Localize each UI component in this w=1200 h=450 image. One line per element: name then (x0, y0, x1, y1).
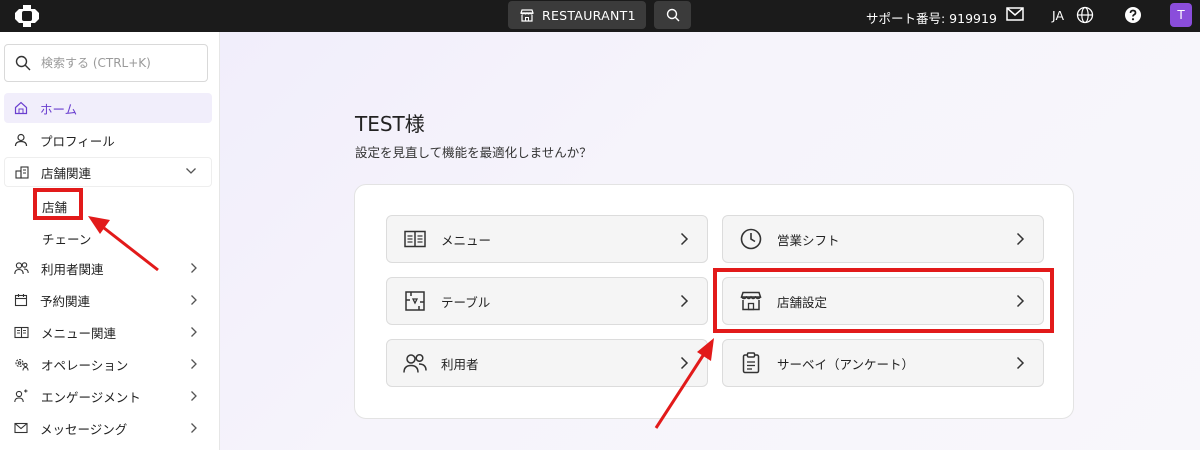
language-selector[interactable]: JA (1052, 8, 1064, 23)
chevron-right-icon (191, 391, 197, 401)
chevron-right-icon (680, 232, 689, 246)
chevron-right-icon (191, 423, 197, 433)
page-title: TEST様 (355, 112, 425, 136)
engagement-icon (14, 389, 28, 403)
chevron-right-icon (191, 295, 197, 305)
card-label: サーベイ（アンケート） (777, 356, 915, 372)
main-content: TEST様 設定を見直して機能を最適化しませんか？ メニュー 営業シフト テーブ… (220, 32, 1200, 450)
sidebar-search-input[interactable] (41, 56, 191, 70)
users-icon (14, 262, 29, 275)
globe-icon[interactable] (1076, 6, 1094, 24)
card-label: テーブル (441, 294, 491, 310)
top-bar: RESTAURANT1 サポート番号: 919919 JA T (0, 0, 1200, 32)
store-building-icon (15, 166, 29, 179)
mail-icon (14, 422, 28, 434)
person-icon (14, 133, 28, 147)
users-icon (403, 351, 427, 375)
card-label: 営業シフト (777, 232, 840, 248)
search-icon (666, 8, 679, 22)
chevron-right-icon (191, 327, 197, 337)
card-survey[interactable]: サーベイ（アンケート） (722, 339, 1044, 387)
sidebar-item-label: プロフィール (40, 133, 115, 149)
sidebar-item-menu-related[interactable]: メニュー関連 (4, 317, 212, 347)
chevron-right-icon (1016, 356, 1025, 370)
clock-icon (739, 227, 763, 251)
global-search-button[interactable] (654, 1, 691, 29)
store-name: RESTAURANT1 (542, 7, 636, 23)
calendar-icon (14, 294, 28, 307)
annotation-highlight-store-settings-card (713, 268, 1054, 333)
card-label: メニュー (441, 232, 492, 248)
menu-book-icon (14, 326, 29, 338)
home-icon (14, 101, 28, 115)
sidebar-item-messaging[interactable]: メッセージング (4, 413, 212, 443)
sidebar-item-home[interactable]: ホーム (4, 93, 212, 123)
sidebar-item-users-related[interactable]: 利用者関連 (4, 253, 212, 283)
sidebar-item-operations[interactable]: オペレーション (4, 349, 212, 379)
sidebar-item-profile[interactable]: プロフィール (4, 125, 212, 155)
sidebar-item-reservations-related[interactable]: 予約関連 (4, 285, 212, 315)
chevron-down-icon (186, 168, 196, 174)
sidebar-item-label: 予約関連 (40, 293, 91, 309)
sidebar-item-store-related[interactable]: 店舗関連 (4, 157, 212, 187)
sidebar-subitem-chain[interactable]: チェーン (42, 229, 91, 248)
table-layout-icon (403, 289, 427, 313)
chevron-right-icon (191, 263, 197, 273)
sidebar: ホーム プロフィール 店舗関連 店舗 チェーン 利用者関連 (0, 32, 220, 450)
card-table[interactable]: テーブル (386, 277, 708, 325)
sidebar-item-label: ホーム (40, 101, 78, 117)
clipboard-icon (739, 351, 763, 375)
sidebar-item-label: メニュー関連 (41, 325, 117, 341)
sidebar-item-engagement[interactable]: エンゲージメント (4, 381, 212, 411)
annotation-highlight-store-subitem (33, 188, 83, 220)
card-menu[interactable]: メニュー (386, 215, 708, 263)
menu-book-icon (403, 227, 427, 251)
mail-icon[interactable] (1006, 7, 1024, 21)
sidebar-item-label: オペレーション (41, 357, 129, 373)
gear-people-icon (15, 358, 29, 371)
sidebar-item-label: 利用者関連 (41, 261, 104, 277)
chevron-right-icon (680, 294, 689, 308)
card-label: 利用者 (441, 356, 479, 372)
search-icon (15, 55, 31, 71)
card-business-shift[interactable]: 営業シフト (722, 215, 1044, 263)
chevron-right-icon (1016, 232, 1025, 246)
sidebar-item-label: エンゲージメント (41, 389, 141, 405)
sidebar-search[interactable] (4, 44, 208, 82)
help-icon[interactable] (1124, 6, 1142, 24)
sidebar-item-label: 店舗関連 (41, 165, 92, 181)
sidebar-item-label: メッセージング (40, 421, 128, 437)
chevron-right-icon (680, 356, 689, 370)
support-number: サポート番号: 919919 (866, 11, 997, 26)
chevron-right-icon (191, 359, 197, 369)
card-users[interactable]: 利用者 (386, 339, 708, 387)
app-logo-icon[interactable] (14, 4, 40, 28)
storefront-icon (520, 8, 534, 22)
page-subtitle: 設定を見直して機能を最適化しませんか？ (355, 145, 592, 160)
store-selector-button[interactable]: RESTAURANT1 (508, 1, 646, 29)
user-avatar[interactable]: T (1170, 3, 1192, 27)
